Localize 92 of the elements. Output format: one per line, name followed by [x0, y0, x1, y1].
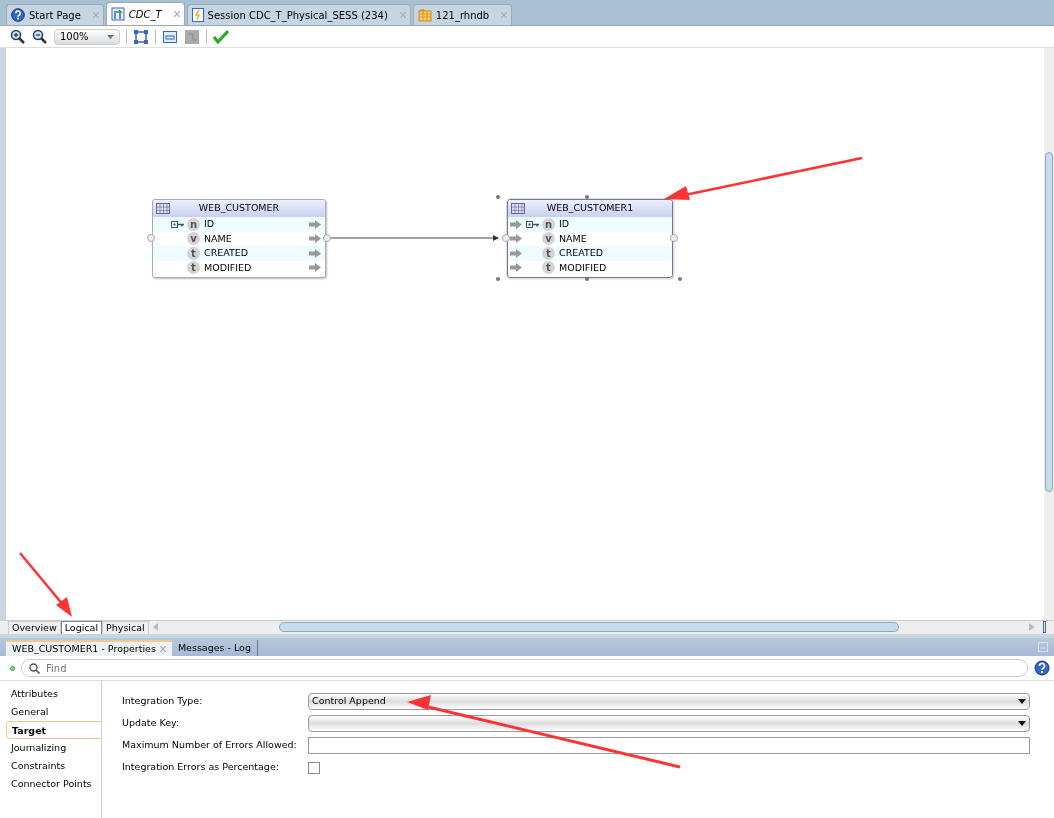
arrow-icon: [510, 234, 522, 244]
close-icon[interactable]: [159, 646, 166, 652]
panel-tab[interactable]: Messages - Log: [171, 640, 258, 656]
type-badge: n: [542, 217, 555, 231]
column-name[interactable]: NAME: [559, 231, 668, 246]
type-badge: v: [187, 232, 200, 246]
dropdown-arrow-icon: [1018, 721, 1026, 726]
arrow-icon: [510, 219, 522, 229]
datastore-node[interactable]: WEB_CUSTOMER1 n ID v NAME t CREATED t MODIFIED: [507, 199, 673, 278]
fit-to-window-icon[interactable]: [133, 28, 149, 45]
document-icon: [191, 8, 204, 22]
editor-tab[interactable]: Start Page: [6, 4, 104, 25]
arrow-icon: [309, 234, 321, 244]
column-name[interactable]: CREATED: [559, 246, 668, 261]
dropdown-arrow-icon: [107, 34, 114, 39]
key-icon: [526, 220, 540, 228]
table-icon: [417, 8, 432, 22]
layout-icon[interactable]: [184, 28, 200, 45]
mapping-icon: [110, 7, 125, 21]
selection-handle[interactable]: [678, 277, 682, 281]
arrow-icon: [309, 263, 321, 273]
view-tab[interactable]: Physical: [102, 621, 149, 634]
section-item[interactable]: Journalizing: [6, 739, 101, 757]
zoom-dropdown[interactable]: 100%: [54, 28, 120, 45]
editor-tab[interactable]: CDC_T: [105, 2, 185, 25]
column-name[interactable]: ID: [559, 217, 668, 232]
annotation-arrow: [19, 552, 72, 617]
editor-tab[interactable]: Session CDC_T_Physical_SESS (234): [186, 4, 411, 25]
close-icon[interactable]: [92, 12, 99, 18]
type-badge: t: [542, 246, 555, 260]
type-badge: v: [542, 232, 555, 246]
type-badge: n: [187, 217, 200, 231]
column-name[interactable]: CREATED: [204, 246, 309, 261]
dropdown[interactable]: [308, 715, 1030, 732]
node-title: WEB_CUSTOMER1: [545, 201, 635, 216]
arrow-icon: [510, 263, 522, 273]
section-item[interactable]: Connector Points: [6, 775, 101, 793]
column-name[interactable]: NAME: [204, 231, 309, 246]
section-item[interactable]: Constraints: [6, 757, 101, 775]
zoom-in-icon[interactable]: [10, 28, 26, 45]
help-icon: [11, 8, 25, 22]
arrow-icon: [510, 248, 522, 258]
column-name[interactable]: MODIFIED: [559, 260, 668, 275]
arrow-icon: [309, 248, 321, 258]
field-label: Maximum Number of Errors Allowed:: [122, 738, 298, 753]
horizontal-scrollbar[interactable]: [278, 622, 899, 632]
view-tab[interactable]: Overview: [8, 621, 61, 634]
section-item[interactable]: Target: [6, 721, 101, 739]
selection-handle[interactable]: [585, 195, 589, 199]
field-label: Update Key:: [122, 716, 181, 731]
find-field[interactable]: Find: [21, 659, 1028, 677]
arrow-icon: [309, 219, 321, 229]
section-item[interactable]: General: [6, 703, 101, 721]
connector-port[interactable]: [323, 234, 331, 242]
selection-handle[interactable]: [585, 277, 589, 281]
column-name[interactable]: ID: [204, 217, 309, 232]
checkmark-icon[interactable]: [213, 29, 229, 44]
editor-tab[interactable]: 121_rhndb: [412, 4, 513, 25]
close-icon[interactable]: [399, 12, 406, 18]
vertical-scrollbar[interactable]: [1045, 152, 1053, 492]
search-icon: [29, 663, 40, 674]
type-badge: t: [187, 261, 200, 275]
datastore-node[interactable]: WEB_CUSTOMER n ID v NAME t CREATED t MODIFIED: [152, 199, 326, 278]
close-icon[interactable]: [173, 11, 180, 17]
type-badge: t: [187, 246, 200, 260]
table-icon: [511, 203, 525, 214]
connector-port[interactable]: [502, 234, 510, 242]
input-field[interactable]: [308, 737, 1030, 754]
type-badge: t: [542, 261, 555, 275]
selection-handle[interactable]: [496, 277, 500, 281]
connector-port[interactable]: [147, 234, 155, 242]
checkbox[interactable]: [308, 761, 320, 774]
field-label: Integration Errors as Percentage:: [122, 760, 280, 775]
zoom-out-icon[interactable]: [32, 28, 48, 45]
section-item[interactable]: Attributes: [6, 685, 101, 703]
table-icon: [156, 203, 170, 214]
connector-port[interactable]: [670, 234, 678, 242]
dropdown-arrow-icon: [1018, 699, 1026, 704]
panel-tab[interactable]: WEB_CUSTOMER1 - Properties: [6, 640, 172, 656]
scroll-right-icon[interactable]: [1029, 623, 1035, 631]
field-label: Integration Type:: [122, 694, 204, 709]
key-icon: [171, 220, 185, 228]
column-name[interactable]: MODIFIED: [204, 260, 309, 275]
selection-handle[interactable]: [496, 195, 500, 199]
window-icon[interactable]: [162, 28, 178, 45]
node-title: WEB_CUSTOMER: [197, 201, 281, 216]
scroll-left-icon[interactable]: [152, 623, 159, 631]
dropdown[interactable]: Control Append: [308, 693, 1030, 710]
view-tab[interactable]: Logical: [60, 621, 103, 634]
minimize-icon[interactable]: [1038, 642, 1048, 652]
close-icon[interactable]: [501, 12, 508, 18]
help-icon[interactable]: [1034, 660, 1050, 676]
